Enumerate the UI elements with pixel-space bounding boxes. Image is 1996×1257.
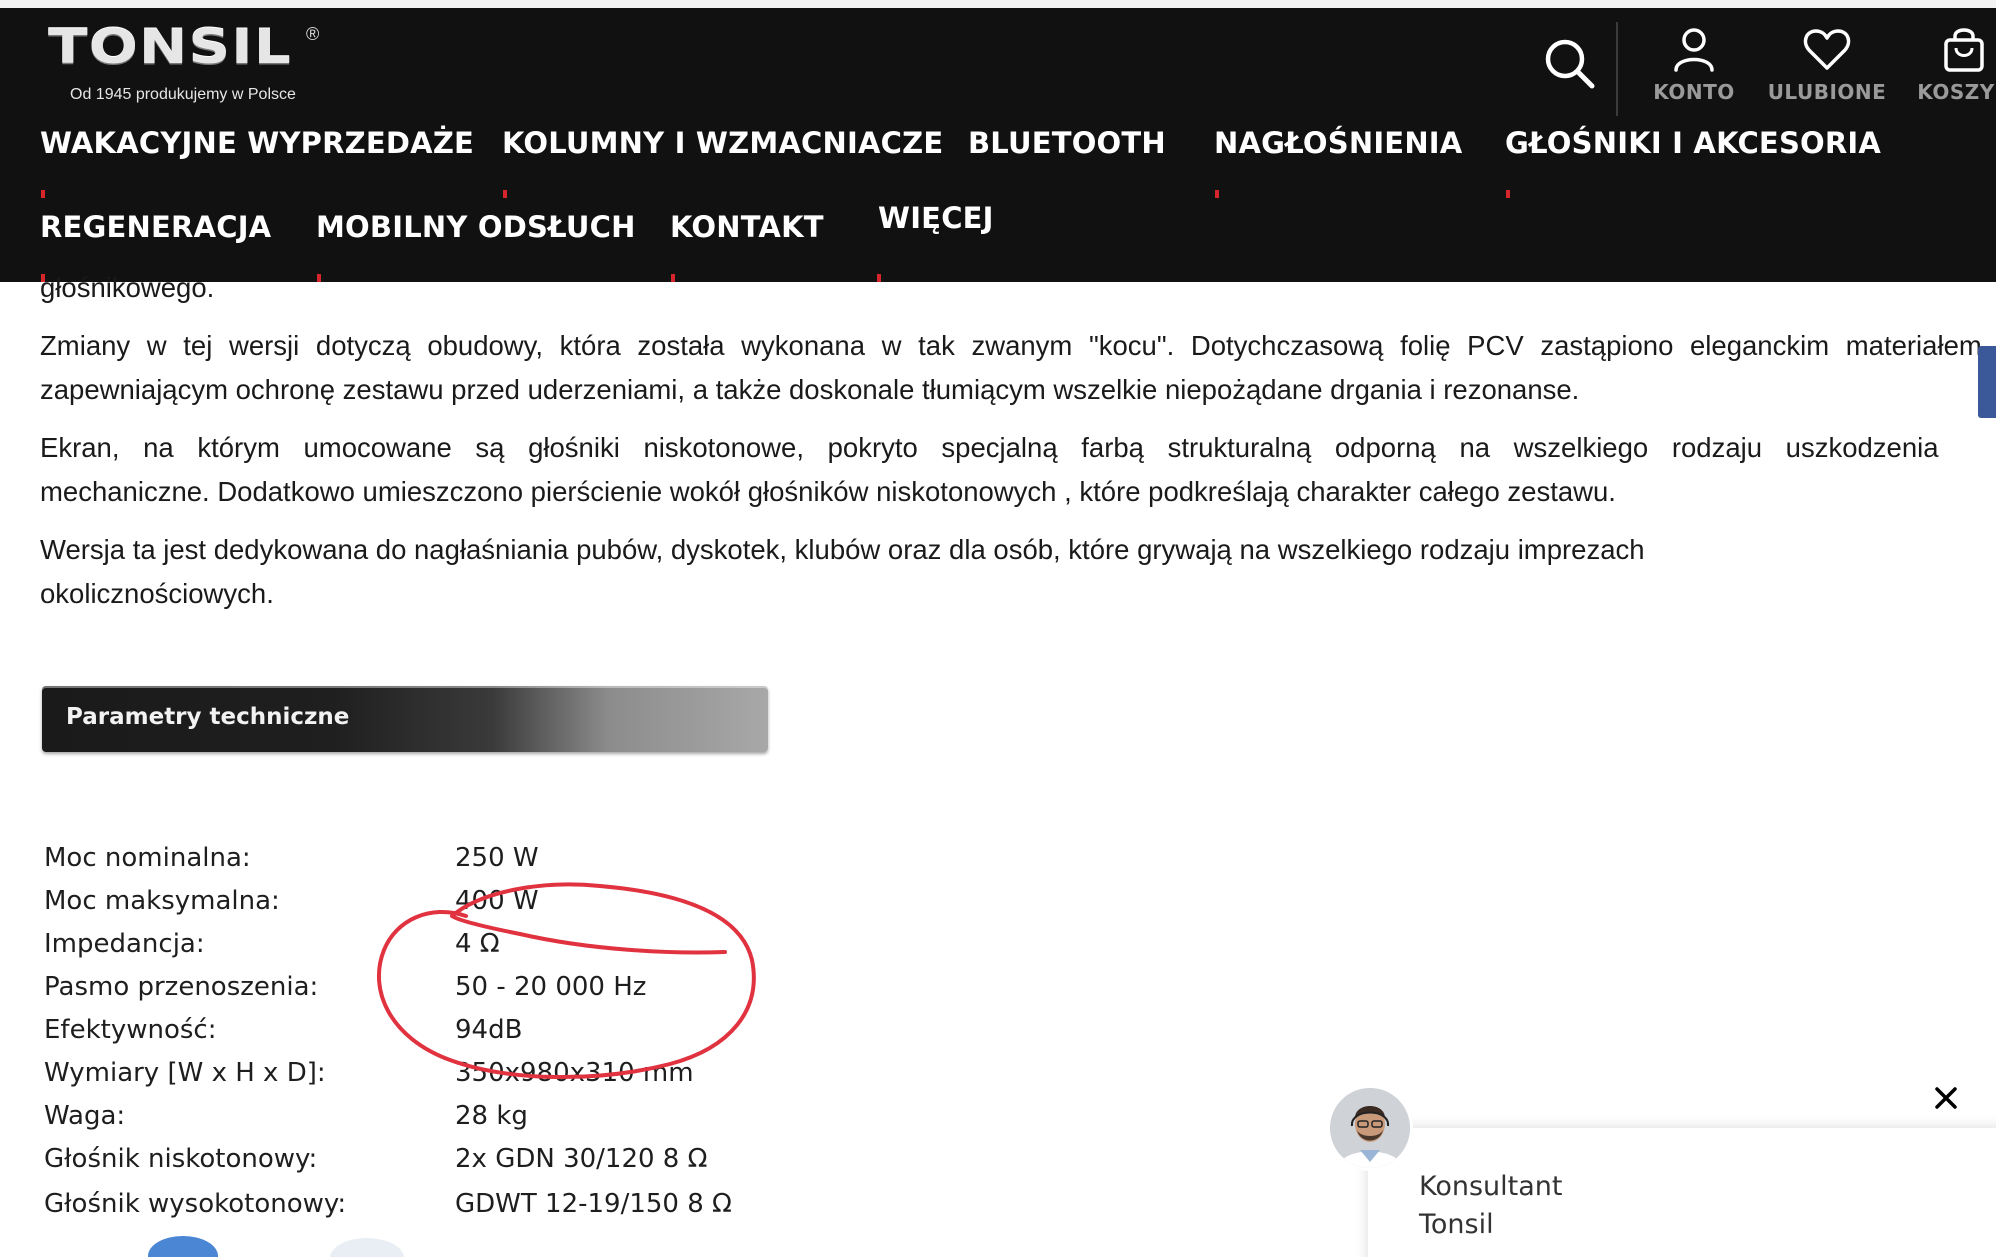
facebook-side-tab[interactable] [1978,346,1996,418]
spec-key: Wymiary [W x H x D]: [44,1058,326,1088]
nav-mobile-listening[interactable]: MOBILNY ODSŁUCH [316,210,636,244]
browser-top-strip [0,0,1996,8]
header-divider [1616,22,1618,116]
spec-row: Efektywność: 94dB [44,1015,804,1057]
chat-widget[interactable]: Konsultant Tonsil [1368,1128,1996,1257]
spec-value: 350x980x310 mm [455,1058,694,1088]
spec-value: GDWT 12-19/150 8 Ω [455,1189,732,1219]
logo-tagline: Od 1945 produkujemy w Polsce [70,86,296,103]
spec-value: 2x GDN 30/120 8 Ω [455,1144,708,1174]
consultant-avatar [1330,1088,1410,1168]
spec-row: Moc maksymalna: 400 W [44,886,804,928]
nav-dropdown-marker [1506,190,1510,198]
paragraph-3-line-2: okolicznościowych. [40,578,274,609]
site-header: TONSIL ® Od 1945 produkujemy w Polsce KO… [0,8,1996,282]
chat-name-line-1: Konsultant [1419,1171,1563,1202]
spec-key: Moc nominalna: [44,843,251,873]
nav-bluetooth[interactable]: BLUETOOTH [968,126,1166,160]
nav-dropdown-marker [671,274,675,282]
technical-parameters-banner: Parametry techniczne [42,686,768,752]
chat-close-icon[interactable] [1934,1086,1958,1110]
partial-image-bottom [148,1236,218,1257]
spec-key: Efektywność: [44,1015,217,1045]
paragraph-2-line-1: Ekran, na którym umocowane są głośniki n… [40,432,1939,463]
spec-key: Moc maksymalna: [44,886,280,916]
spec-row: Impedancja: 4 Ω [44,929,804,971]
paragraph-1-line-2: zapewniającym ochronę zestawu przed uder… [40,374,1580,405]
spec-row: Waga: 28 kg [44,1101,804,1143]
cart-button[interactable]: KOSZYK [1914,26,1996,104]
nav-more[interactable]: WIĘCEJ [878,201,994,235]
partial-image-bottom [330,1238,404,1257]
nav-sound-systems[interactable]: NAGŁOŚNIENIA [1214,126,1462,160]
account-button[interactable]: KONTO [1648,26,1740,104]
chat-name-line-2: Tonsil [1419,1209,1494,1240]
shopping-bag-icon [1944,28,1984,72]
cart-label: KOSZYK [1917,80,1996,104]
spec-key: Głośnik niskotonowy: [44,1144,318,1174]
spec-key: Waga: [44,1101,126,1131]
nav-dropdown-marker [317,274,321,282]
spec-row: Głośnik niskotonowy: 2x GDN 30/120 8 Ω [44,1144,804,1186]
spec-value: 28 kg [455,1101,528,1131]
spec-key: Głośnik wysokotonowy: [44,1189,347,1219]
nav-summer-sale[interactable]: WAKACYJNE WYPRZEDAŻE [40,126,474,160]
spec-row: Moc nominalna: 250 W [44,843,804,885]
nav-speakers-accessories[interactable]: GŁOŚNIKI I AKCESORIA [1505,126,1881,160]
clipped-paragraph-text: głośnikowego. [40,272,215,303]
favorites-label: ULUBIONE [1767,80,1887,104]
spec-key: Pasmo przenoszenia: [44,972,319,1002]
spec-row: Wymiary [W x H x D]: 350x980x310 mm [44,1058,804,1100]
nav-dropdown-marker [503,190,507,198]
spec-value: 94dB [455,1015,523,1045]
nav-speakers-amplifiers[interactable]: KOLUMNY I WZMACNIACZE [502,126,943,160]
account-label: KONTO [1653,80,1735,104]
spec-row: Pasmo przenoszenia: 50 - 20 000 Hz [44,972,804,1014]
paragraph-2-line-2: mechaniczne. Dodatkowo umieszczono pierś… [40,476,1616,507]
search-icon[interactable] [1540,34,1600,94]
heart-icon [1803,29,1851,70]
paragraph-1-line-1: Zmiany w tej wersji dotyczą obudowy, któ… [40,330,1990,361]
spec-row: Głośnik wysokotonowy: GDWT 12-19/150 8 Ω [44,1189,804,1231]
spec-value: 4 Ω [455,929,500,959]
nav-dropdown-marker [877,274,881,282]
favorites-button[interactable]: ULUBIONE [1766,26,1888,104]
chat-consultant-name: Konsultant Tonsil [1419,1168,1563,1244]
paragraph-3-line-1: Wersja ta jest dedykowana do nagłaśniani… [40,534,1645,565]
logo-wordmark: TONSIL [48,18,292,75]
spec-value: 50 - 20 000 Hz [455,972,647,1002]
logo-registered-mark: ® [306,24,320,44]
technical-parameters-heading: Parametry techniczne [66,704,350,730]
user-icon [1674,28,1714,72]
nav-contact[interactable]: KONTAKT [670,210,824,244]
spec-key: Impedancja: [44,929,205,959]
nav-dropdown-marker [1215,190,1219,198]
nav-regeneration[interactable]: REGENERACJA [40,210,271,244]
tonsil-logo[interactable]: TONSIL ® Od 1945 produkujemy w Polsce [44,22,334,112]
spec-value: 400 W [455,886,539,916]
nav-dropdown-marker [41,190,45,198]
spec-value: 250 W [455,843,539,873]
